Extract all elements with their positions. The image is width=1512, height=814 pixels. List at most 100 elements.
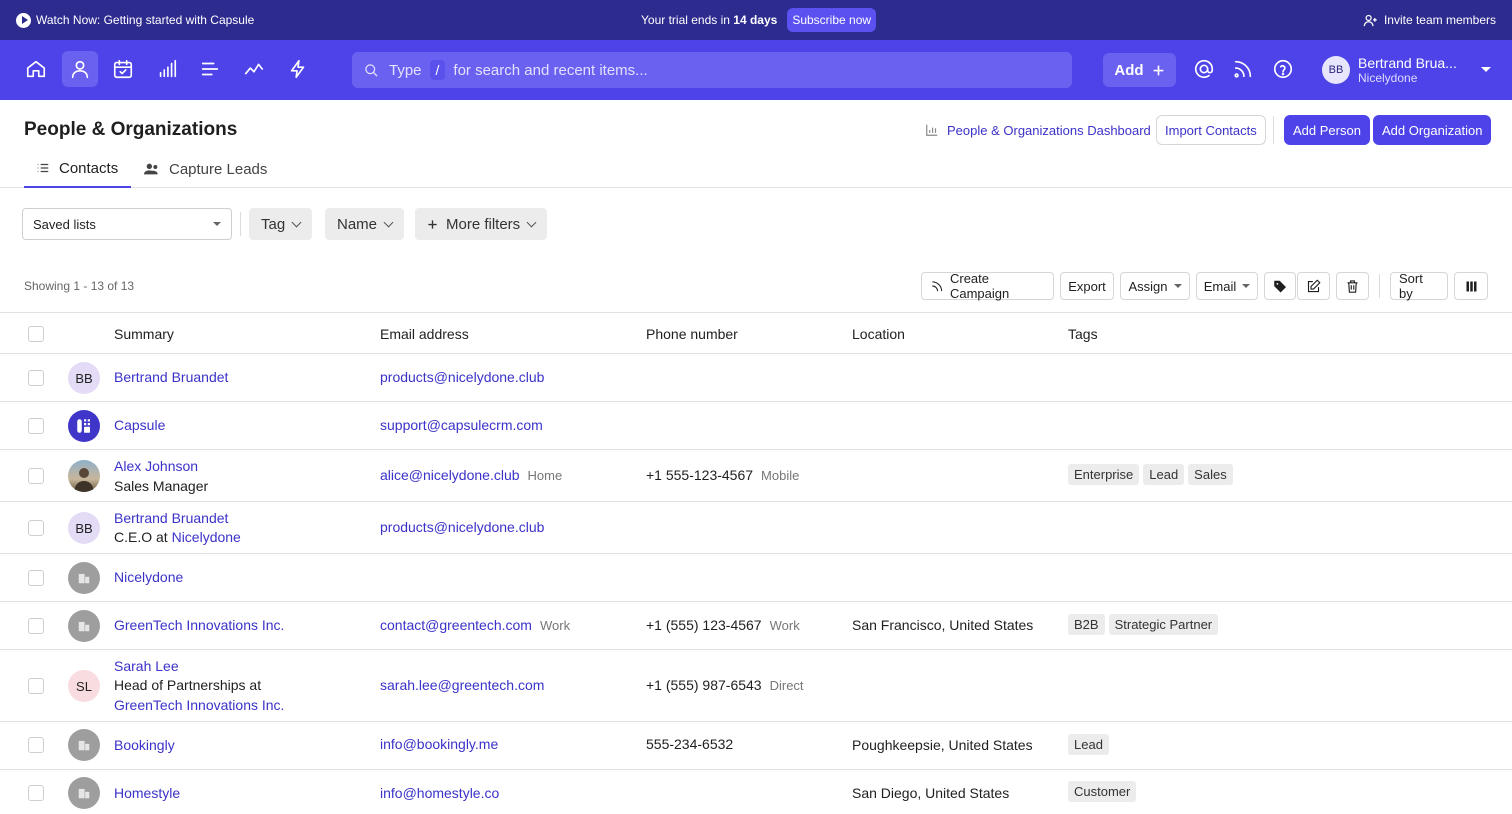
email-link[interactable]: products@nicelydone.club (380, 369, 544, 385)
select-all-checkbox[interactable] (28, 326, 44, 342)
email-link[interactable]: info@bookingly.me (380, 736, 498, 752)
phone-number[interactable]: +1 (555) 987-6543 (646, 677, 762, 693)
saved-lists-select[interactable]: Saved lists (22, 208, 232, 240)
tag-filter[interactable]: Tag (249, 208, 313, 240)
tag-button[interactable] (1264, 272, 1296, 300)
help-icon[interactable] (1265, 51, 1301, 87)
phone-type: Direct (769, 678, 804, 693)
list-icon[interactable] (192, 51, 228, 87)
email-link[interactable]: sarah.lee@greentech.com (380, 677, 544, 693)
contact-name[interactable]: Bertrand Bruandet (114, 508, 228, 528)
building-icon (68, 562, 100, 594)
contact-name[interactable]: Nicelydone (114, 567, 183, 587)
table-row[interactable]: Bookingly info@bookingly.me 555-234-6532… (0, 722, 1512, 770)
email-link[interactable]: products@nicelydone.club (380, 519, 544, 535)
organization-link[interactable]: Nicelydone (172, 529, 241, 545)
add-button[interactable]: Add (1103, 53, 1176, 87)
invite-team-link[interactable]: Invite team members (1363, 0, 1496, 40)
columns-button[interactable] (1454, 272, 1488, 300)
dashboard-link[interactable]: People & Organizations Dashboard (925, 120, 1151, 140)
row-checkbox[interactable] (28, 418, 44, 434)
table-row[interactable]: Homestyle info@homestyle.co San Diego, U… (0, 770, 1512, 814)
watch-now-text: Watch Now: Getting started with Capsule (36, 13, 255, 27)
header-email[interactable]: Email address (380, 326, 469, 342)
tag-badge[interactable]: Lead (1143, 464, 1185, 485)
table-row[interactable]: GreenTech Innovations Inc. contact@green… (0, 602, 1512, 650)
tag-badge[interactable]: Enterprise (1068, 464, 1140, 485)
subscribe-button[interactable]: Subscribe now (787, 8, 877, 32)
email-link[interactable]: support@capsulecrm.com (380, 417, 543, 433)
row-checkbox[interactable] (28, 737, 44, 753)
header-summary[interactable]: Summary (114, 326, 174, 342)
search-input[interactable]: Type / for search and recent items... (352, 52, 1072, 88)
tag-badge[interactable]: Strategic Partner (1108, 614, 1219, 635)
feed-icon[interactable] (1225, 51, 1261, 87)
table-row[interactable]: SL Sarah Lee Head of Partnerships at Gre… (0, 650, 1512, 722)
tag-badge[interactable]: Sales (1188, 464, 1233, 485)
table-row[interactable]: Alex Johnson Sales Manager alice@nicelyd… (0, 450, 1512, 502)
row-checkbox[interactable] (28, 785, 44, 801)
more-filters-label: More filters (446, 215, 521, 233)
table-row[interactable]: BB Bertrand Bruandet C.E.O at Nicelydone… (0, 502, 1512, 554)
organization-link[interactable]: GreenTech Innovations Inc. (114, 695, 284, 715)
header-location[interactable]: Location (852, 326, 905, 342)
user-menu[interactable]: BB Bertrand Brua... Nicelydone (1322, 53, 1457, 87)
person-icon[interactable] (62, 51, 98, 87)
contact-name[interactable]: GreenTech Innovations Inc. (114, 615, 284, 635)
filter-divider (240, 212, 241, 236)
tab-contacts[interactable]: Contacts (24, 150, 131, 188)
sort-by-button[interactable]: Sort by (1390, 271, 1448, 301)
email-link[interactable]: alice@nicelydone.club (380, 467, 520, 483)
edit-button[interactable] (1297, 272, 1330, 300)
phone-number[interactable]: +1 555-123-4567 (646, 467, 753, 483)
email-dropdown[interactable]: Email (1196, 272, 1258, 300)
table-row[interactable]: Capsule support@capsulecrm.com (0, 402, 1512, 450)
search-shortcut-key: / (429, 60, 446, 80)
tag-badge[interactable]: Lead (1068, 734, 1109, 755)
tab-contacts-label: Contacts (59, 159, 119, 177)
bar-chart-icon[interactable] (149, 51, 185, 87)
home-icon[interactable] (18, 51, 54, 87)
row-checkbox[interactable] (28, 468, 44, 484)
contact-name[interactable]: Homestyle (114, 783, 180, 803)
contact-name[interactable]: Alex Johnson (114, 456, 198, 476)
email-link[interactable]: info@homestyle.co (380, 785, 499, 801)
row-checkbox[interactable] (28, 678, 44, 694)
contact-name[interactable]: Sarah Lee (114, 656, 179, 676)
contact-name[interactable]: Bookingly (114, 735, 175, 755)
phone-number[interactable]: 555-234-6532 (646, 734, 733, 754)
calendar-check-icon[interactable] (105, 51, 141, 87)
table-row[interactable]: BB Bertrand Bruandet products@nicelydone… (0, 354, 1512, 402)
add-person-button[interactable]: Add Person (1284, 115, 1370, 145)
phone-number[interactable]: +1 (555) 123-4567 (646, 617, 762, 633)
row-checkbox[interactable] (28, 370, 44, 386)
mention-icon[interactable] (1186, 51, 1222, 87)
table-row[interactable]: Nicelydone (0, 554, 1512, 602)
export-button[interactable]: Export (1060, 272, 1114, 300)
trend-icon[interactable] (236, 51, 272, 87)
header-tags[interactable]: Tags (1068, 326, 1098, 342)
row-checkbox[interactable] (28, 520, 44, 536)
contact-name[interactable]: Bertrand Bruandet (114, 367, 228, 387)
more-filters[interactable]: More filters (415, 208, 548, 240)
lightning-icon[interactable] (280, 51, 316, 87)
email-link[interactable]: contact@greentech.com (380, 617, 532, 633)
watch-now-link[interactable]: Watch Now: Getting started with Capsule (16, 0, 254, 40)
tag-badge[interactable]: Customer (1068, 781, 1137, 802)
assign-dropdown[interactable]: Assign (1120, 272, 1190, 300)
delete-button[interactable] (1336, 272, 1369, 300)
tag-badge[interactable]: B2B (1068, 614, 1105, 635)
chevron-down-icon (383, 217, 394, 227)
add-organization-button[interactable]: Add Organization (1373, 115, 1492, 145)
user-menu-caret-icon[interactable] (1481, 67, 1491, 72)
row-checkbox[interactable] (28, 618, 44, 634)
name-filter[interactable]: Name (325, 208, 405, 240)
create-campaign-button[interactable]: Create Campaign (921, 271, 1054, 301)
header-phone[interactable]: Phone number (646, 326, 738, 342)
contact-name[interactable]: Capsule (114, 415, 165, 435)
capsule-logo-icon (68, 410, 100, 442)
caret-down-icon (213, 222, 221, 226)
import-contacts-button[interactable]: Import Contacts (1156, 115, 1266, 145)
row-checkbox[interactable] (28, 570, 44, 586)
tab-capture-leads[interactable]: Capture Leads (132, 150, 279, 188)
